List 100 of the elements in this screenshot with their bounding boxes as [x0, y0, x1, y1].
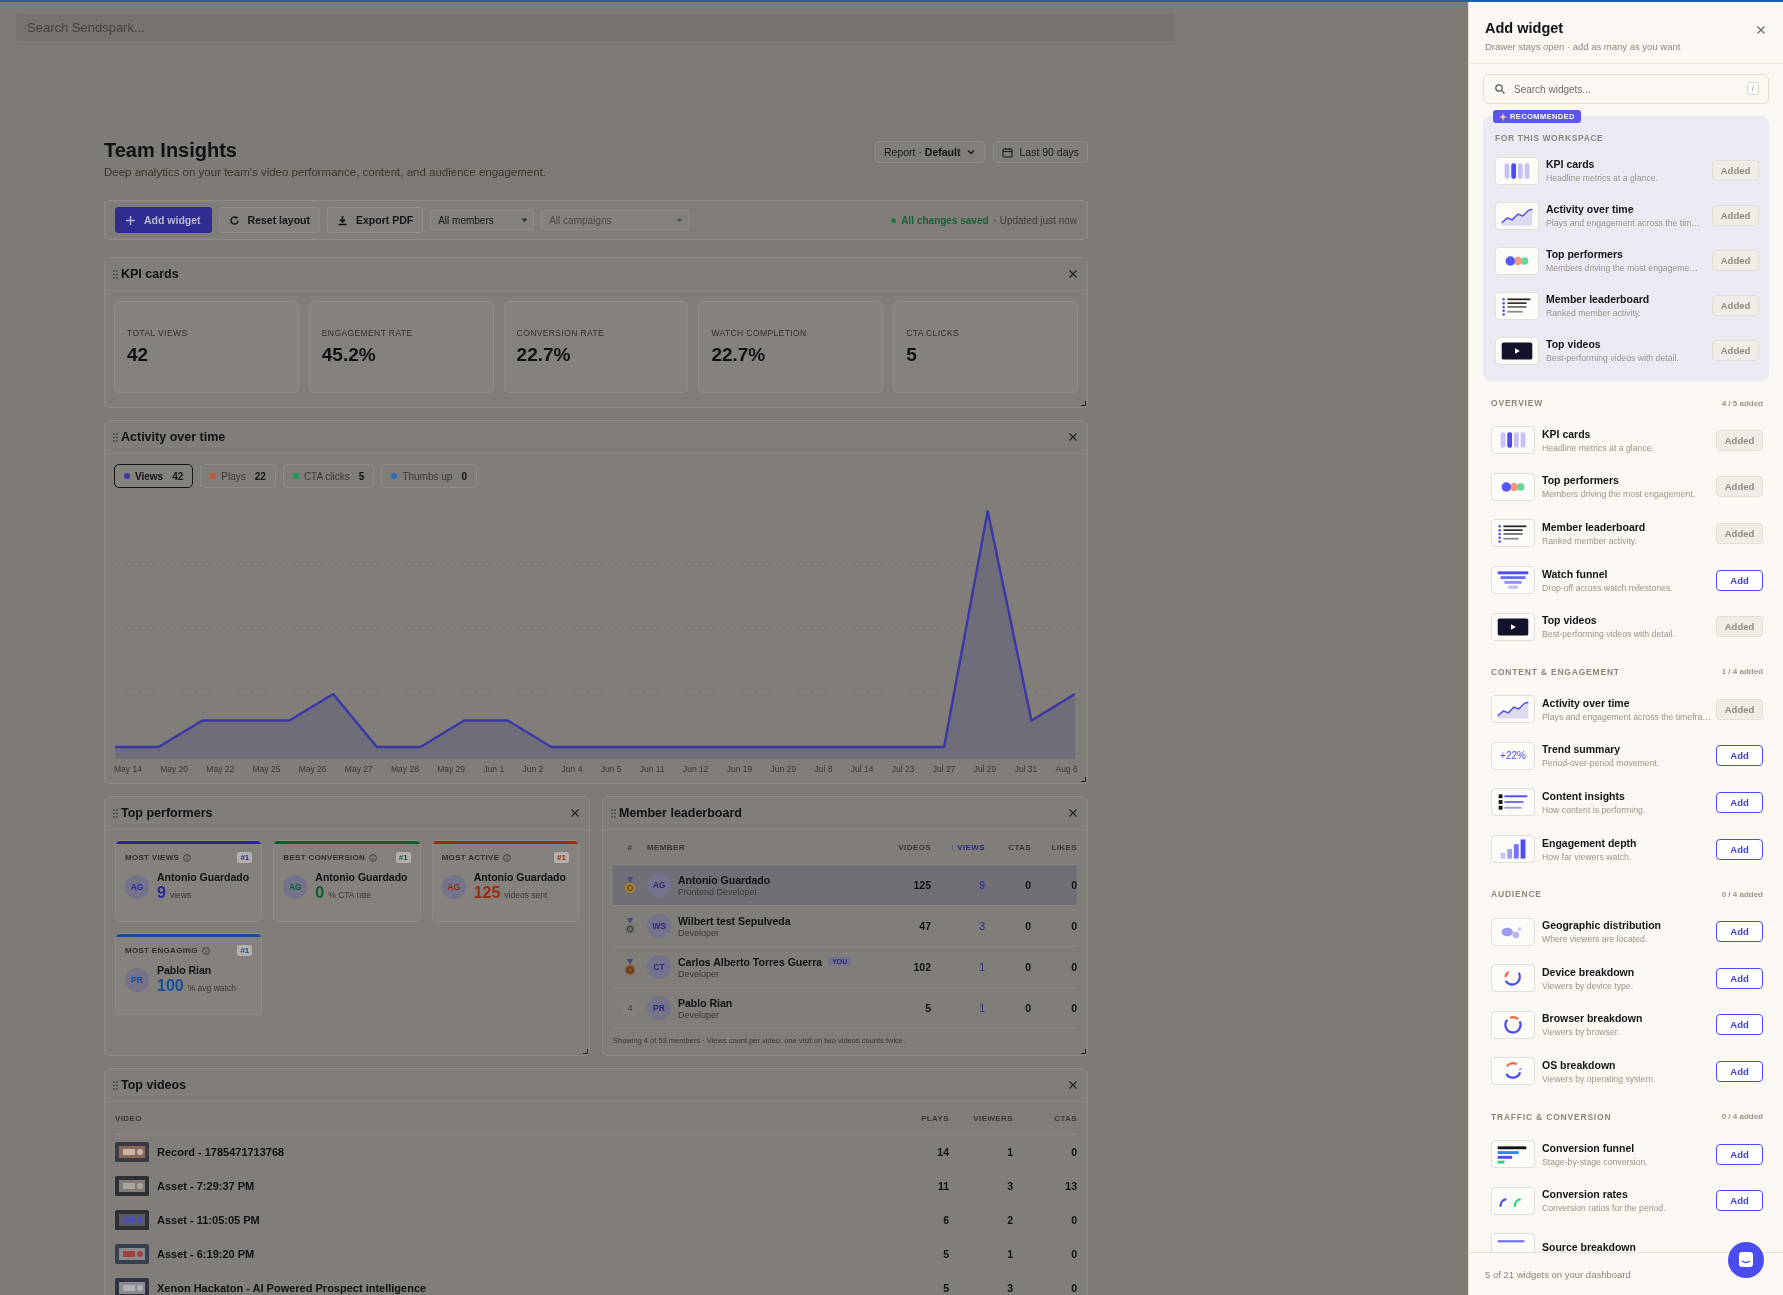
donut-icon	[1491, 1010, 1535, 1039]
close-icon[interactable]	[1069, 270, 1077, 278]
export-button[interactable]: Export PDF	[327, 207, 424, 233]
drawer-title: Add widget	[1485, 20, 1565, 36]
add-widget-button[interactable]: Add widget	[115, 207, 212, 233]
leaderboard-row[interactable]: WS Wilbert test Sepulveda Developer 47 3 0 0	[613, 905, 1077, 946]
column-header[interactable]: MEMBER	[647, 842, 877, 852]
avatar: AG	[647, 873, 671, 897]
added-button[interactable]: Added	[1712, 205, 1759, 226]
chevron-down-icon	[966, 147, 977, 157]
add-button[interactable]: Add	[1716, 791, 1763, 813]
column-header[interactable]: ↓ VIEWS	[931, 842, 985, 852]
close-icon[interactable]	[571, 809, 579, 817]
added-button[interactable]: Added	[1712, 295, 1759, 316]
widget-name: Source breakdown	[1542, 1241, 1637, 1252]
added-button[interactable]: Added	[1712, 250, 1759, 271]
rank-badge: #1	[237, 945, 253, 956]
drag-handle-icon[interactable]	[611, 808, 616, 818]
add-button[interactable]: Add	[1716, 745, 1763, 767]
close-icon[interactable]	[1069, 1081, 1077, 1089]
widget-name: Member leaderboard	[1542, 521, 1647, 533]
add-button[interactable]: Add	[1716, 1060, 1763, 1082]
added-button[interactable]: Added	[1712, 340, 1759, 361]
video-title[interactable]: Asset - 7:29:37 PM	[157, 1180, 255, 1192]
report-select[interactable]: Report · Default	[875, 141, 986, 163]
widget-name: Trend summary	[1542, 743, 1622, 756]
axis-label: Jun 29	[770, 764, 797, 774]
column-header[interactable]: CTAS	[985, 842, 1031, 852]
added-button[interactable]: Added	[1716, 616, 1763, 638]
caret-icon	[676, 217, 684, 223]
series-toggle[interactable]: Views 42	[114, 464, 194, 488]
chat-icon[interactable]	[1728, 1242, 1764, 1278]
video-title[interactable]: Record - 1785471713768	[157, 1146, 285, 1158]
table-cell-text: 6	[942, 1214, 949, 1226]
widget-description: Ranked member activity.	[1546, 308, 1642, 318]
medal-icon	[624, 958, 636, 976]
table-cell-text: 0	[1024, 1002, 1031, 1014]
widget-description: Where viewers are located.	[1542, 934, 1649, 945]
drag-handle-icon[interactable]	[113, 432, 118, 442]
add-button[interactable]: Add	[1716, 569, 1763, 591]
close-icon[interactable]	[1069, 809, 1077, 817]
axis-label: May 27	[344, 764, 373, 774]
added-button[interactable]: Added	[1716, 476, 1763, 498]
added-button[interactable]: Added	[1716, 429, 1763, 451]
arcs-icon	[1491, 1186, 1535, 1215]
select-field[interactable]: All members	[430, 210, 535, 230]
series-toggle[interactable]: Plays 22	[200, 464, 276, 488]
series-toggle[interactable]: Thumbs up 0	[381, 464, 477, 488]
bar-chart-icon	[1491, 835, 1535, 864]
video-title[interactable]: Asset - 11:05:05 PM	[157, 1214, 260, 1226]
column-header[interactable]: VIDEOS	[877, 842, 931, 852]
resize-handle-icon[interactable]	[1081, 401, 1086, 406]
add-button[interactable]: Add	[1716, 838, 1763, 860]
video-title[interactable]: Xenon Hackaton - AI Powered Prospect intelligence	[157, 1282, 427, 1294]
close-icon[interactable]	[1757, 26, 1765, 34]
column-header[interactable]: #	[613, 842, 647, 852]
added-button[interactable]: Added	[1712, 160, 1759, 181]
resize-handle-icon[interactable]	[583, 1049, 588, 1054]
drag-handle-icon[interactable]	[113, 269, 118, 279]
added-button[interactable]: Added	[1716, 698, 1763, 720]
axis-label: Jun 5	[600, 764, 622, 774]
list-icon	[1495, 291, 1539, 320]
axis-label: Jul 14	[850, 764, 874, 774]
add-button[interactable]: Add	[1716, 1014, 1763, 1036]
info-icon	[183, 853, 192, 862]
trend-badge: +22%	[1491, 741, 1535, 770]
donut-icon	[1491, 1057, 1535, 1086]
widget-description: Plays and engagement across the timefra…	[1542, 711, 1709, 722]
add-button[interactable]: Add	[1716, 967, 1763, 989]
added-button[interactable]: Added	[1716, 523, 1763, 544]
dots-icon	[1491, 472, 1535, 501]
add-button[interactable]: Add	[1716, 1190, 1763, 1212]
resize-handle-icon[interactable]	[1081, 1049, 1086, 1054]
card-label: MOST ACTIVE	[441, 853, 500, 862]
axis-label: May 29	[437, 764, 466, 774]
member-role: Developer	[678, 968, 721, 979]
avatar: AG	[125, 874, 149, 899]
series-toggle[interactable]: CTA clicks 5	[282, 464, 375, 488]
video-title[interactable]: Asset - 6:19:20 PM	[157, 1248, 255, 1260]
add-button[interactable]: Add	[1716, 1143, 1763, 1165]
select-field[interactable]: All campaigns	[541, 210, 690, 230]
close-icon[interactable]	[1069, 433, 1077, 441]
section-heading: CONTENT & ENGAGEMENT	[1491, 666, 1620, 677]
metric-value: 0	[315, 884, 325, 902]
calendar-icon	[1002, 146, 1014, 158]
add-button[interactable]: Add	[1716, 921, 1763, 943]
metric-unit: views	[169, 890, 192, 900]
column-header[interactable]: LIKES	[1031, 842, 1077, 852]
resize-handle-icon[interactable]	[1081, 777, 1086, 782]
kpi-label: CTA CLICKS	[906, 328, 961, 338]
date-range-button[interactable]: Last 90 days	[993, 141, 1088, 163]
table-cell-text: 1	[978, 1002, 985, 1014]
drag-handle-icon[interactable]	[113, 808, 118, 818]
widget-description: How far viewers watch.	[1542, 851, 1633, 862]
reset-layout-button[interactable]: Reset layout	[218, 207, 320, 233]
drag-handle-icon[interactable]	[113, 1080, 118, 1090]
metric-value: 100	[157, 977, 184, 995]
card-label: BEST CONVERSION	[283, 853, 366, 862]
metric-unit: % CTA rate	[328, 890, 372, 900]
leaderboard-row[interactable]: AG Antonio Guardado Frontend Developer 125 9 0 0	[613, 864, 1077, 905]
